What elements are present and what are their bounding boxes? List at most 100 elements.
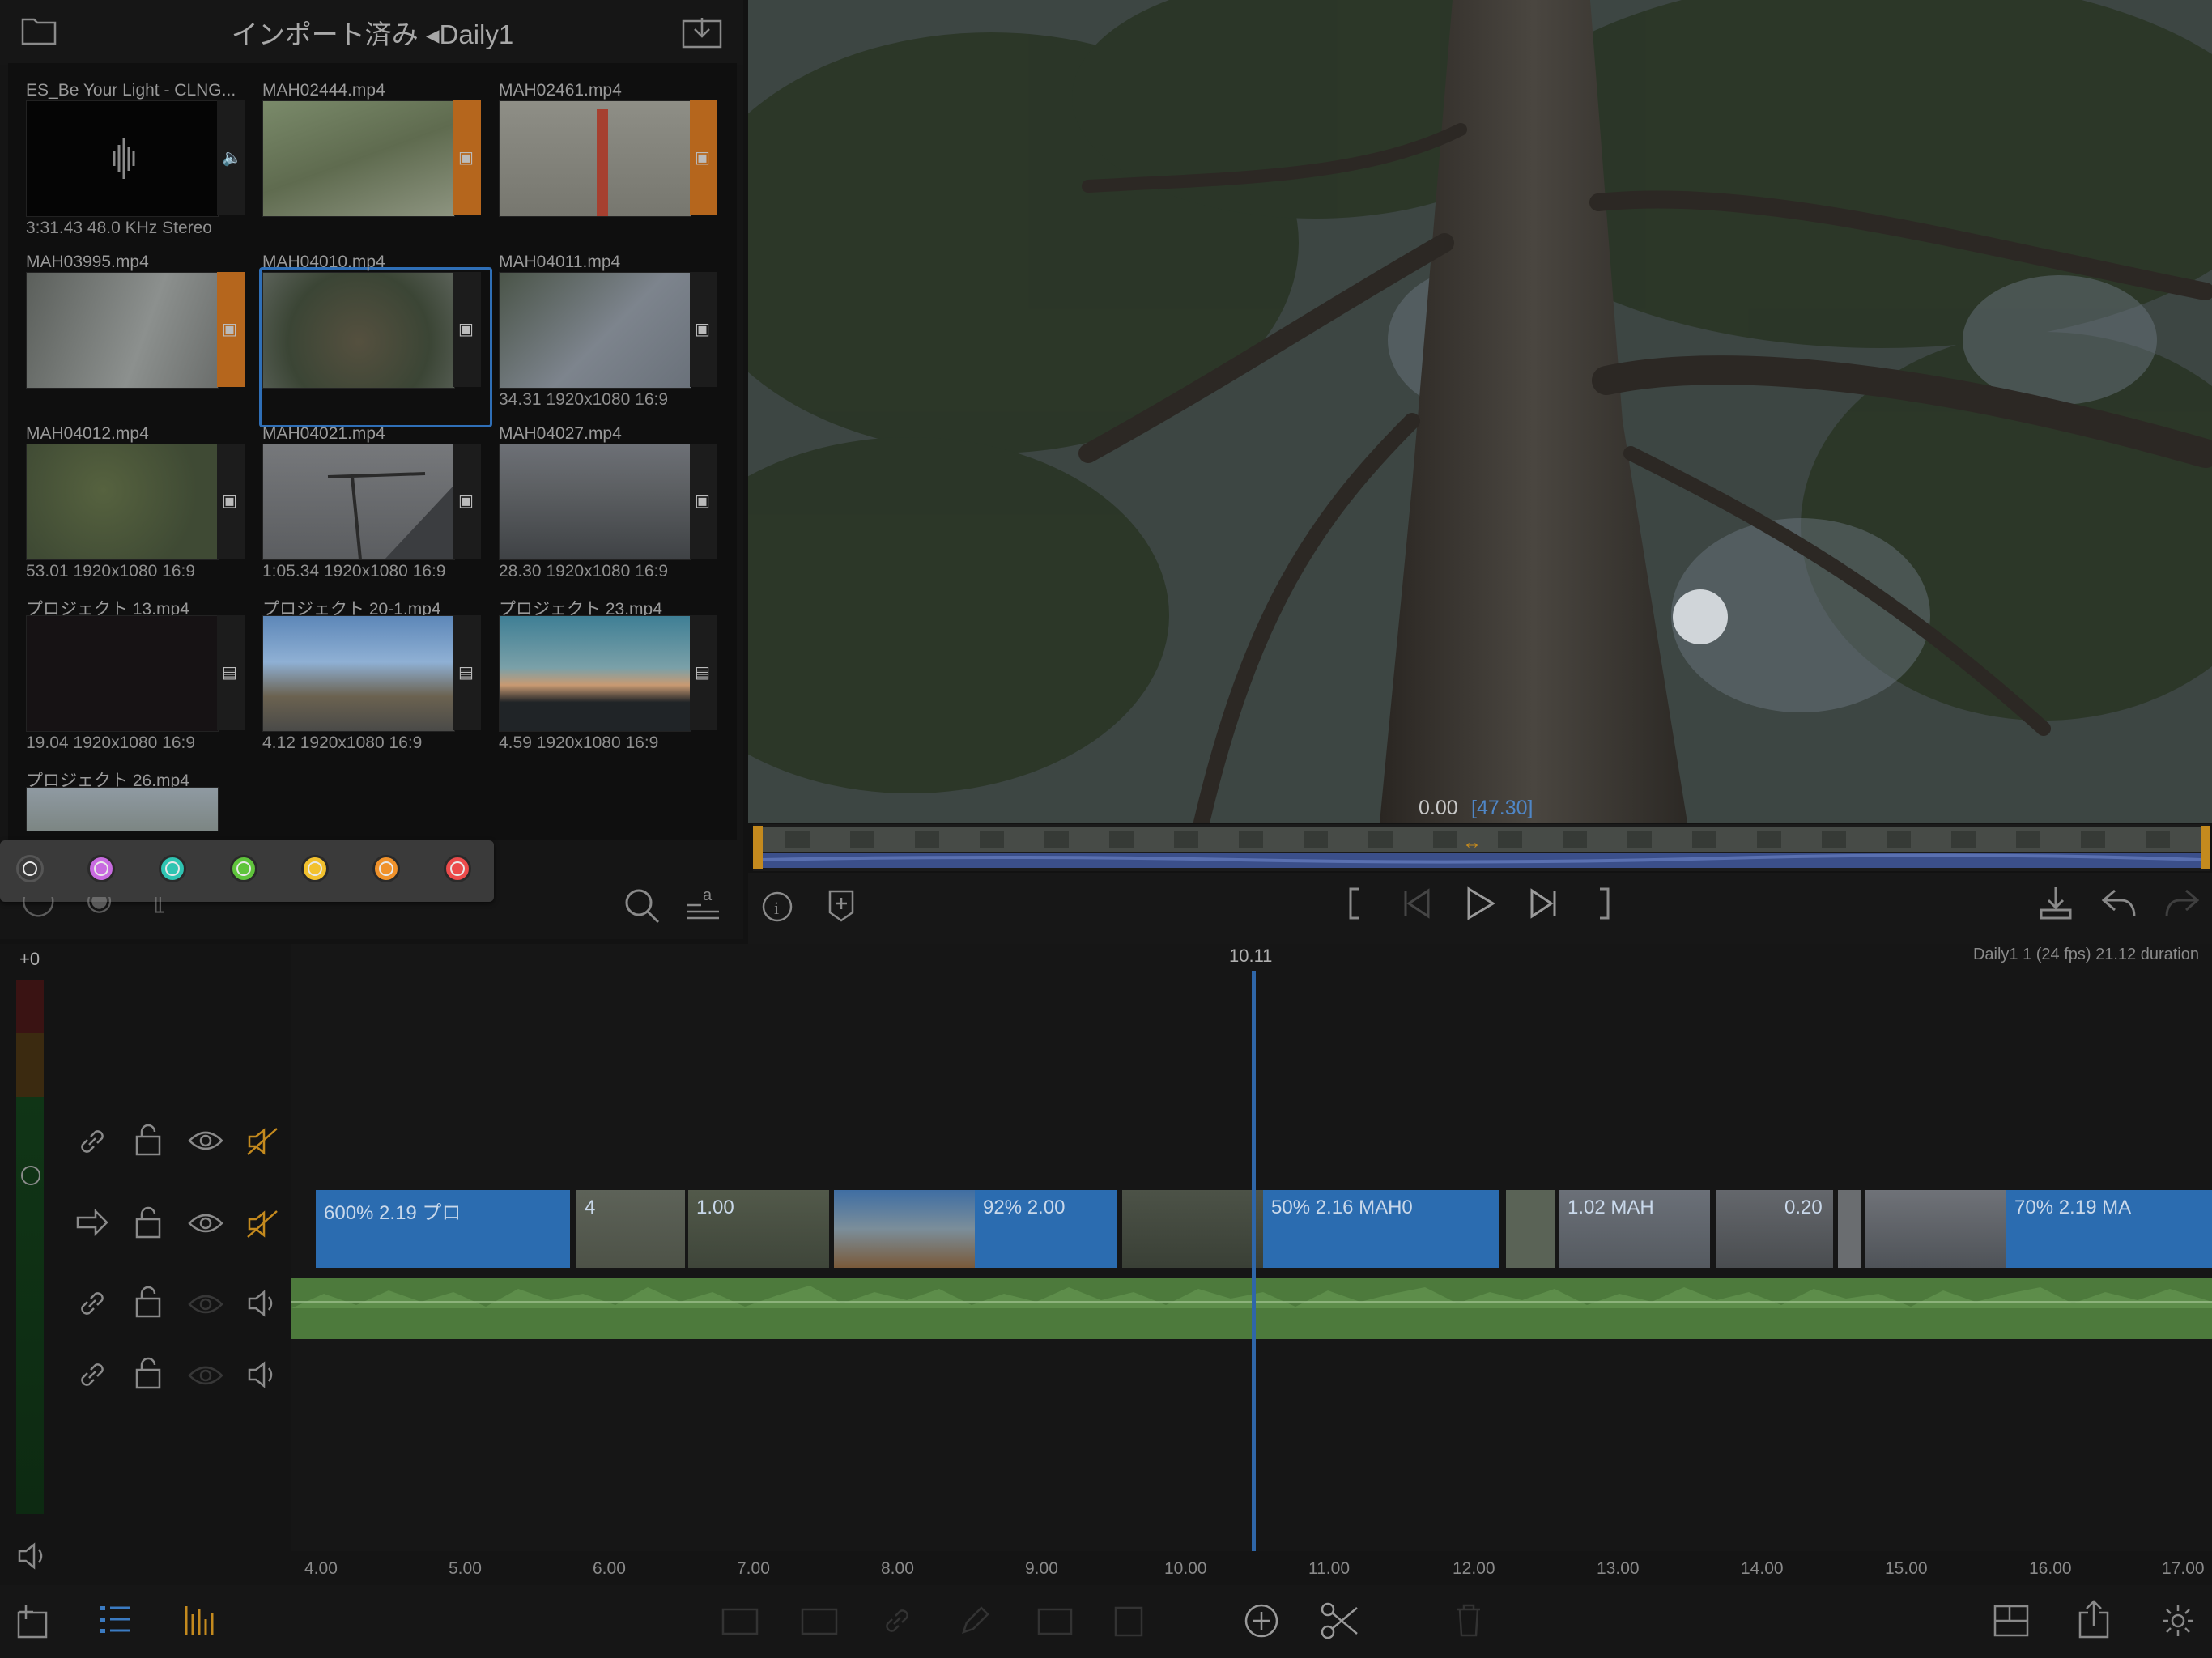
eye-icon[interactable] (188, 1290, 223, 1325)
timeline-clip[interactable]: 50% 2.16 MAH0 (1263, 1190, 1499, 1268)
list-view-icon[interactable] (99, 1603, 131, 1645)
skip-forward-icon[interactable] (1527, 887, 1559, 928)
timeline-clip[interactable]: 92% 2.00 (975, 1190, 1117, 1268)
clip-item[interactable]: MAH04011.mp4 ▣ 34.31 1920x1080 16:9 (499, 235, 725, 409)
trash-icon[interactable]: ▥ (152, 897, 164, 917)
timeline-clip-thumb[interactable] (1838, 1190, 1861, 1268)
clip-item[interactable]: ES_Be Your Light - CLNG... 🔈 3:31.43 48.… (26, 63, 253, 237)
link-icon[interactable] (76, 1125, 108, 1166)
eye-icon[interactable] (188, 1362, 223, 1397)
color-tag-purple[interactable] (87, 855, 115, 882)
settings-gear-icon[interactable] (2160, 1603, 2196, 1647)
import-icon[interactable] (682, 15, 722, 57)
clip-name: ES_Be Your Light - CLNG... (26, 81, 236, 100)
clip-item[interactable]: プロジェクト 23.mp4 ▤ 4.59 1920x1080 16:9 (499, 578, 725, 752)
favorite-icon[interactable] (1036, 1605, 1074, 1645)
clip-item[interactable]: プロジェクト 20-1.mp4 ▤ 4.12 1920x1080 16:9 (262, 578, 489, 752)
link-icon[interactable] (76, 1358, 108, 1399)
browser-bottom-icons: ◯ ◉ ▥ (18, 897, 164, 921)
lock-icon[interactable] (134, 1206, 162, 1247)
clip-name: MAH04027.mp4 (499, 424, 622, 443)
timeline-clip-thumb[interactable] (1122, 1190, 1263, 1268)
clip-item[interactable]: MAH03995.mp4 ▣ (26, 235, 253, 397)
sort-icon[interactable]: a (685, 886, 721, 929)
filmstrip-scrubber[interactable]: ↔ (753, 824, 2210, 871)
timeline-clip-thumb[interactable] (1506, 1190, 1555, 1268)
level-knob[interactable] (21, 1166, 40, 1185)
timeline-clip[interactable]: 0.20 (1716, 1190, 1833, 1268)
browser-title[interactable]: インポート済み ◂Daily1 (162, 13, 583, 52)
scissors-icon[interactable] (1320, 1601, 1359, 1648)
ruler-tick: 16.00 (2029, 1559, 2072, 1578)
redo-icon[interactable] (2163, 887, 2201, 928)
color-tag-green[interactable] (230, 855, 257, 882)
clip-item[interactable]: プロジェクト 26.mp4 (26, 750, 253, 831)
video-viewer[interactable]: 0.00 [47.30] (748, 0, 2212, 823)
clipboard-icon[interactable] (1112, 1603, 1145, 1645)
mark-out-icon[interactable] (1595, 884, 1614, 931)
delete-icon[interactable] (1454, 1603, 1483, 1645)
search-icon[interactable] (623, 887, 661, 933)
clip-item[interactable]: MAH04012.mp4 ▣ 53.01 1920x1080 16:9 (26, 406, 253, 580)
timeline-clip[interactable]: 1.00 (688, 1190, 829, 1268)
speaker-icon[interactable] (246, 1287, 279, 1328)
share-icon[interactable] (2078, 1600, 2110, 1647)
playhead[interactable] (1252, 971, 1256, 1584)
clip-item[interactable]: MAH02444.mp4 ▣ (262, 63, 489, 225)
insert-icon[interactable] (721, 1605, 759, 1645)
volume-icon[interactable] (16, 1541, 49, 1579)
main-track-icon[interactable] (76, 1208, 108, 1245)
clip-type-badge: ▣ (217, 272, 245, 387)
play-icon[interactable] (1464, 886, 1496, 929)
eye-icon[interactable] (188, 1127, 223, 1162)
speaker-icon[interactable] (246, 1358, 279, 1399)
color-tag-red[interactable] (444, 855, 471, 882)
check-icon[interactable]: ◯ (21, 897, 56, 917)
speaker-icon: 🔈 (222, 149, 242, 167)
color-tag-orange[interactable] (372, 855, 400, 882)
layout-icon[interactable] (1993, 1605, 2029, 1645)
clip-item-selected[interactable]: MAH04010.mp4 ▣ (259, 235, 492, 427)
color-tag-none[interactable] (16, 855, 44, 882)
mute-icon[interactable] (246, 1125, 279, 1166)
record-icon[interactable]: ◉ (86, 897, 113, 917)
lock-icon[interactable] (134, 1286, 162, 1326)
timeline-clip-thumb[interactable] (834, 1190, 975, 1268)
clip-item[interactable]: MAH04021.mp4 ▣ 1:05.34 1920x1080 16:9 (262, 406, 489, 580)
pencil-icon[interactable] (959, 1605, 991, 1645)
mute-icon[interactable] (246, 1208, 279, 1248)
skip-back-icon[interactable] (1401, 887, 1433, 928)
clip-grid: ES_Be Your Light - CLNG... 🔈 3:31.43 48.… (8, 63, 737, 840)
add-icon[interactable] (1244, 1603, 1279, 1647)
lock-icon[interactable] (134, 1124, 162, 1164)
clip-label: 1.00 (696, 1197, 734, 1218)
mark-in-icon[interactable] (1344, 884, 1363, 931)
overwrite-icon[interactable] (800, 1605, 839, 1645)
add-track-icon[interactable] (16, 1603, 49, 1647)
color-tag-palette (0, 840, 494, 902)
clip-icon: ▣ (458, 149, 474, 167)
clip-thumbnail (262, 615, 455, 732)
lock-icon[interactable] (134, 1357, 162, 1397)
folder-icon[interactable] (21, 13, 57, 53)
bottom-toolbar (0, 1585, 2212, 1658)
info-icon[interactable]: i (761, 891, 793, 931)
color-tag-teal[interactable] (159, 855, 186, 882)
timeline-clip[interactable]: 4 (576, 1190, 685, 1268)
timeline-clip-thumb[interactable] (1865, 1190, 2006, 1268)
link-icon[interactable] (76, 1287, 108, 1328)
link-clip-icon[interactable] (881, 1605, 913, 1645)
marker-icon[interactable] (827, 889, 855, 931)
clip-item[interactable]: プロジェクト 13.mp4 ▤ 19.04 1920x1080 16:9 (26, 578, 253, 752)
undo-icon[interactable] (2100, 887, 2138, 928)
color-tag-yellow[interactable] (301, 855, 329, 882)
clip-item[interactable]: MAH04027.mp4 ▣ 28.30 1920x1080 16:9 (499, 406, 725, 580)
insert-down-icon[interactable] (2039, 886, 2073, 929)
timeline-clip[interactable]: 600% 2.19 プロ (316, 1190, 570, 1268)
clip-item[interactable]: MAH02461.mp4 ▣ (499, 63, 725, 225)
eye-icon[interactable] (188, 1209, 223, 1244)
ruler-tick: 6.00 (593, 1559, 626, 1578)
timeline-clip[interactable]: 70% 2.19 MA (2006, 1190, 2212, 1268)
audio-meter-toggle-icon[interactable] (183, 1603, 215, 1645)
timeline-clip[interactable]: 1.02 MAH (1559, 1190, 1710, 1268)
